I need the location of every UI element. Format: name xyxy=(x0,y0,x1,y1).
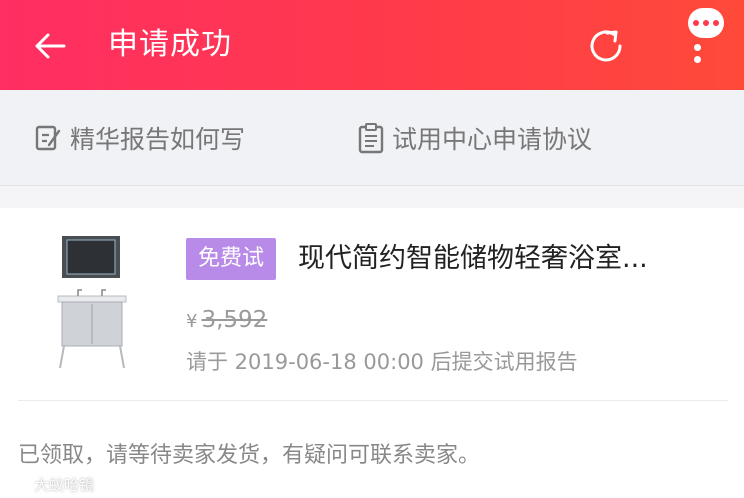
watermark-text: 大蚊哈镜 xyxy=(34,475,95,494)
watermark: 大蚊哈镜 xyxy=(4,472,94,496)
card-divider xyxy=(18,400,728,401)
application-status: 已领取，请等待卖家发货，有疑问可联系卖家。 xyxy=(18,443,481,468)
edit-document-icon xyxy=(35,125,61,151)
refresh-button[interactable] xyxy=(582,22,630,70)
report-guide-label: 精华报告如何写 xyxy=(70,125,246,154)
bathroom-cabinet-image xyxy=(57,236,127,369)
back-button[interactable] xyxy=(28,24,72,68)
arrow-left-icon xyxy=(35,33,66,59)
help-links-bar: 精华报告如何写 试用中心申请协议 xyxy=(0,90,744,186)
currency-symbol: ¥ xyxy=(186,311,198,332)
page-title: 申请成功 xyxy=(108,27,232,62)
refresh-icon xyxy=(590,30,622,62)
more-dots-icon xyxy=(688,8,724,38)
product-image[interactable] xyxy=(50,234,134,374)
clipboard-icon xyxy=(358,123,384,154)
menu-dot xyxy=(694,56,701,63)
trial-agreement-link[interactable]: 试用中心申请协议 xyxy=(358,118,592,158)
more-button[interactable] xyxy=(676,8,724,64)
price-value: 3,592 xyxy=(201,307,268,333)
header-bar: 申请成功 xyxy=(0,0,744,90)
product-title[interactable]: 现代简约智能储物轻奢浴室... xyxy=(298,236,728,282)
report-deadline: 请于 2019-06-18 00:00 后提交试用报告 xyxy=(186,350,578,374)
watermark-logo-icon xyxy=(5,478,28,490)
application-card: 免费试 现代简约智能储物轻奢浴室... ¥3,592 请于 2019-06-18… xyxy=(0,208,744,498)
free-trial-badge: 免费试 xyxy=(186,238,277,280)
report-guide-link[interactable]: 精华报告如何写 xyxy=(34,118,245,158)
page: 申请成功 精华报告如何写 试用中心申请协议 免费试 现代简约智能储物轻奢浴室..… xyxy=(0,0,744,498)
menu-dot xyxy=(694,44,701,51)
original-price: ¥3,592 xyxy=(186,300,267,342)
trial-agreement-label: 试用中心申请协议 xyxy=(392,125,593,154)
